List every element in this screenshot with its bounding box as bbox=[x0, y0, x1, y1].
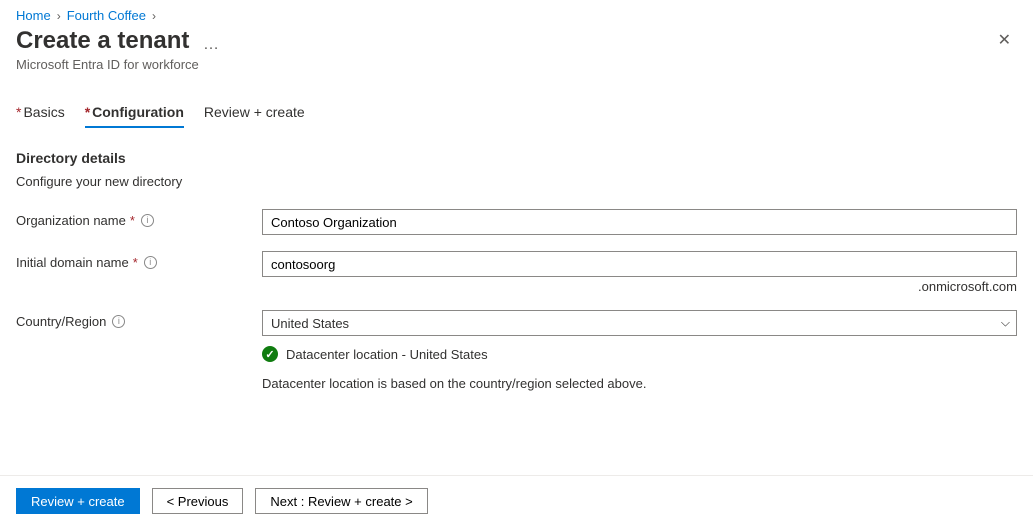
chevron-right-icon: › bbox=[152, 9, 156, 23]
tab-configuration[interactable]: *Configuration bbox=[85, 100, 184, 128]
next-button[interactable]: Next : Review + create > bbox=[255, 488, 427, 514]
country-region-value: United States bbox=[271, 316, 349, 331]
footer-bar: Review + create < Previous Next : Review… bbox=[0, 475, 1033, 526]
review-create-button[interactable]: Review + create bbox=[16, 488, 140, 514]
info-icon[interactable]: i bbox=[112, 315, 125, 328]
tab-label: Configuration bbox=[92, 104, 184, 120]
tab-basics[interactable]: *Basics bbox=[16, 100, 65, 128]
chevron-right-icon: › bbox=[57, 9, 61, 23]
domain-suffix: .onmicrosoft.com bbox=[262, 279, 1017, 294]
required-indicator: * bbox=[130, 213, 135, 228]
chevron-down-icon: ⌵ bbox=[1001, 316, 1010, 331]
breadcrumb: Home › Fourth Coffee › bbox=[16, 8, 1017, 23]
country-region-select[interactable]: United States ⌵ bbox=[262, 310, 1017, 336]
datacenter-location: Datacenter location - United States bbox=[286, 347, 488, 362]
country-region-label: Country/Region bbox=[16, 314, 106, 329]
section-title: Directory details bbox=[16, 150, 1017, 166]
page-title: Create a tenant bbox=[16, 27, 189, 55]
required-indicator: * bbox=[16, 104, 21, 120]
breadcrumb-current[interactable]: Fourth Coffee bbox=[67, 8, 146, 23]
datacenter-note: Datacenter location is based on the coun… bbox=[262, 376, 1017, 391]
breadcrumb-home[interactable]: Home bbox=[16, 8, 51, 23]
org-name-label: Organization name bbox=[16, 213, 126, 228]
info-icon[interactable]: i bbox=[144, 256, 157, 269]
tab-strip: *Basics *Configuration Review + create bbox=[16, 100, 1017, 128]
required-indicator: * bbox=[85, 104, 90, 120]
close-icon[interactable]: ✕ bbox=[992, 27, 1017, 55]
domain-name-label: Initial domain name bbox=[16, 255, 129, 270]
check-circle-icon: ✓ bbox=[262, 346, 278, 362]
domain-name-input[interactable] bbox=[262, 251, 1017, 277]
info-icon[interactable]: i bbox=[141, 214, 154, 227]
tab-label: Review + create bbox=[204, 104, 305, 120]
page-subtitle: Microsoft Entra ID for workforce bbox=[16, 57, 219, 72]
tab-label: Basics bbox=[23, 104, 64, 120]
required-indicator: * bbox=[133, 255, 138, 270]
previous-button[interactable]: < Previous bbox=[152, 488, 244, 514]
section-description: Configure your new directory bbox=[16, 174, 1017, 189]
more-actions-button[interactable]: … bbox=[203, 36, 219, 54]
tab-review-create[interactable]: Review + create bbox=[204, 100, 305, 128]
org-name-input[interactable] bbox=[262, 209, 1017, 235]
